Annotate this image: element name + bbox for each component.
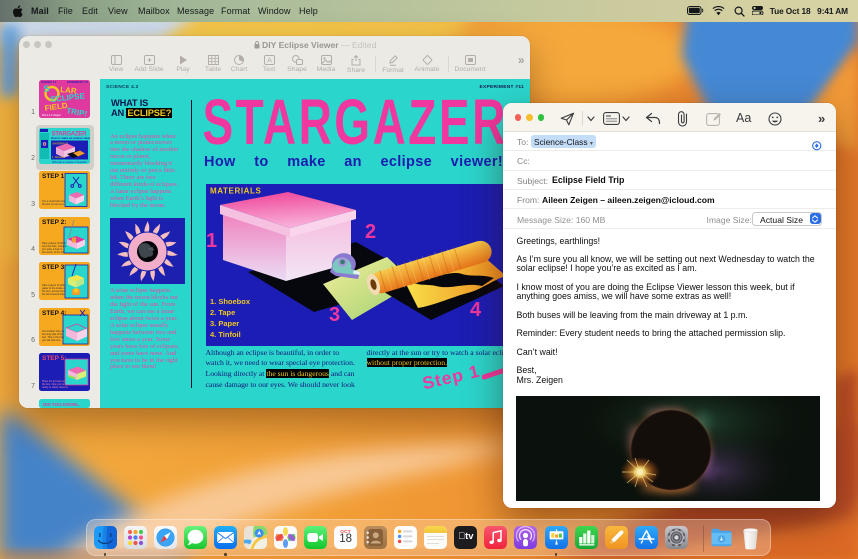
svg-text:4: 4 — [470, 299, 482, 321]
svg-text:TRIP!: TRIP! — [66, 106, 88, 118]
svg-text:4. Tinfoil: 4. Tinfoil — [210, 330, 241, 339]
svg-text:FIELD: FIELD — [44, 101, 68, 113]
svg-text:How to make an eclipse viewer!: How to make an eclipse viewer! — [51, 136, 90, 140]
svg-text:3. Paper: 3. Paper — [210, 319, 239, 328]
svg-text:A: A — [267, 58, 272, 65]
svg-text:1. Shoebox: 1. Shoebox — [52, 155, 66, 159]
svg-text:MATERIALS: MATERIALS — [210, 187, 262, 196]
svg-text:3: 3 — [329, 304, 340, 326]
svg-text:2. Tape: 2. Tape — [210, 308, 235, 317]
svg-text:the foil-covered hole.: the foil-covered hole. — [42, 293, 66, 296]
svg-text:2: 2 — [365, 221, 376, 243]
svg-text:1. Shoebox: 1. Shoebox — [210, 297, 251, 306]
svg-text:the box on one end.: the box on one end. — [42, 203, 64, 206]
svg-text:Mrs’s 4.2 Zeigen: Mrs’s 4.2 Zeigen — [42, 113, 62, 117]
svg-text:S: S — [43, 83, 50, 94]
svg-text:you will look into.: you will look into. — [42, 339, 61, 342]
svg-text:1: 1 — [206, 230, 217, 252]
svg-text:Although an eclipse is beautif: Although an eclipse is beautiful … — [52, 161, 90, 164]
svg-text:ready to safely observe: ready to safely observe — [42, 386, 68, 389]
svg-text:the center of the foil.: the center of the foil. — [42, 251, 65, 254]
